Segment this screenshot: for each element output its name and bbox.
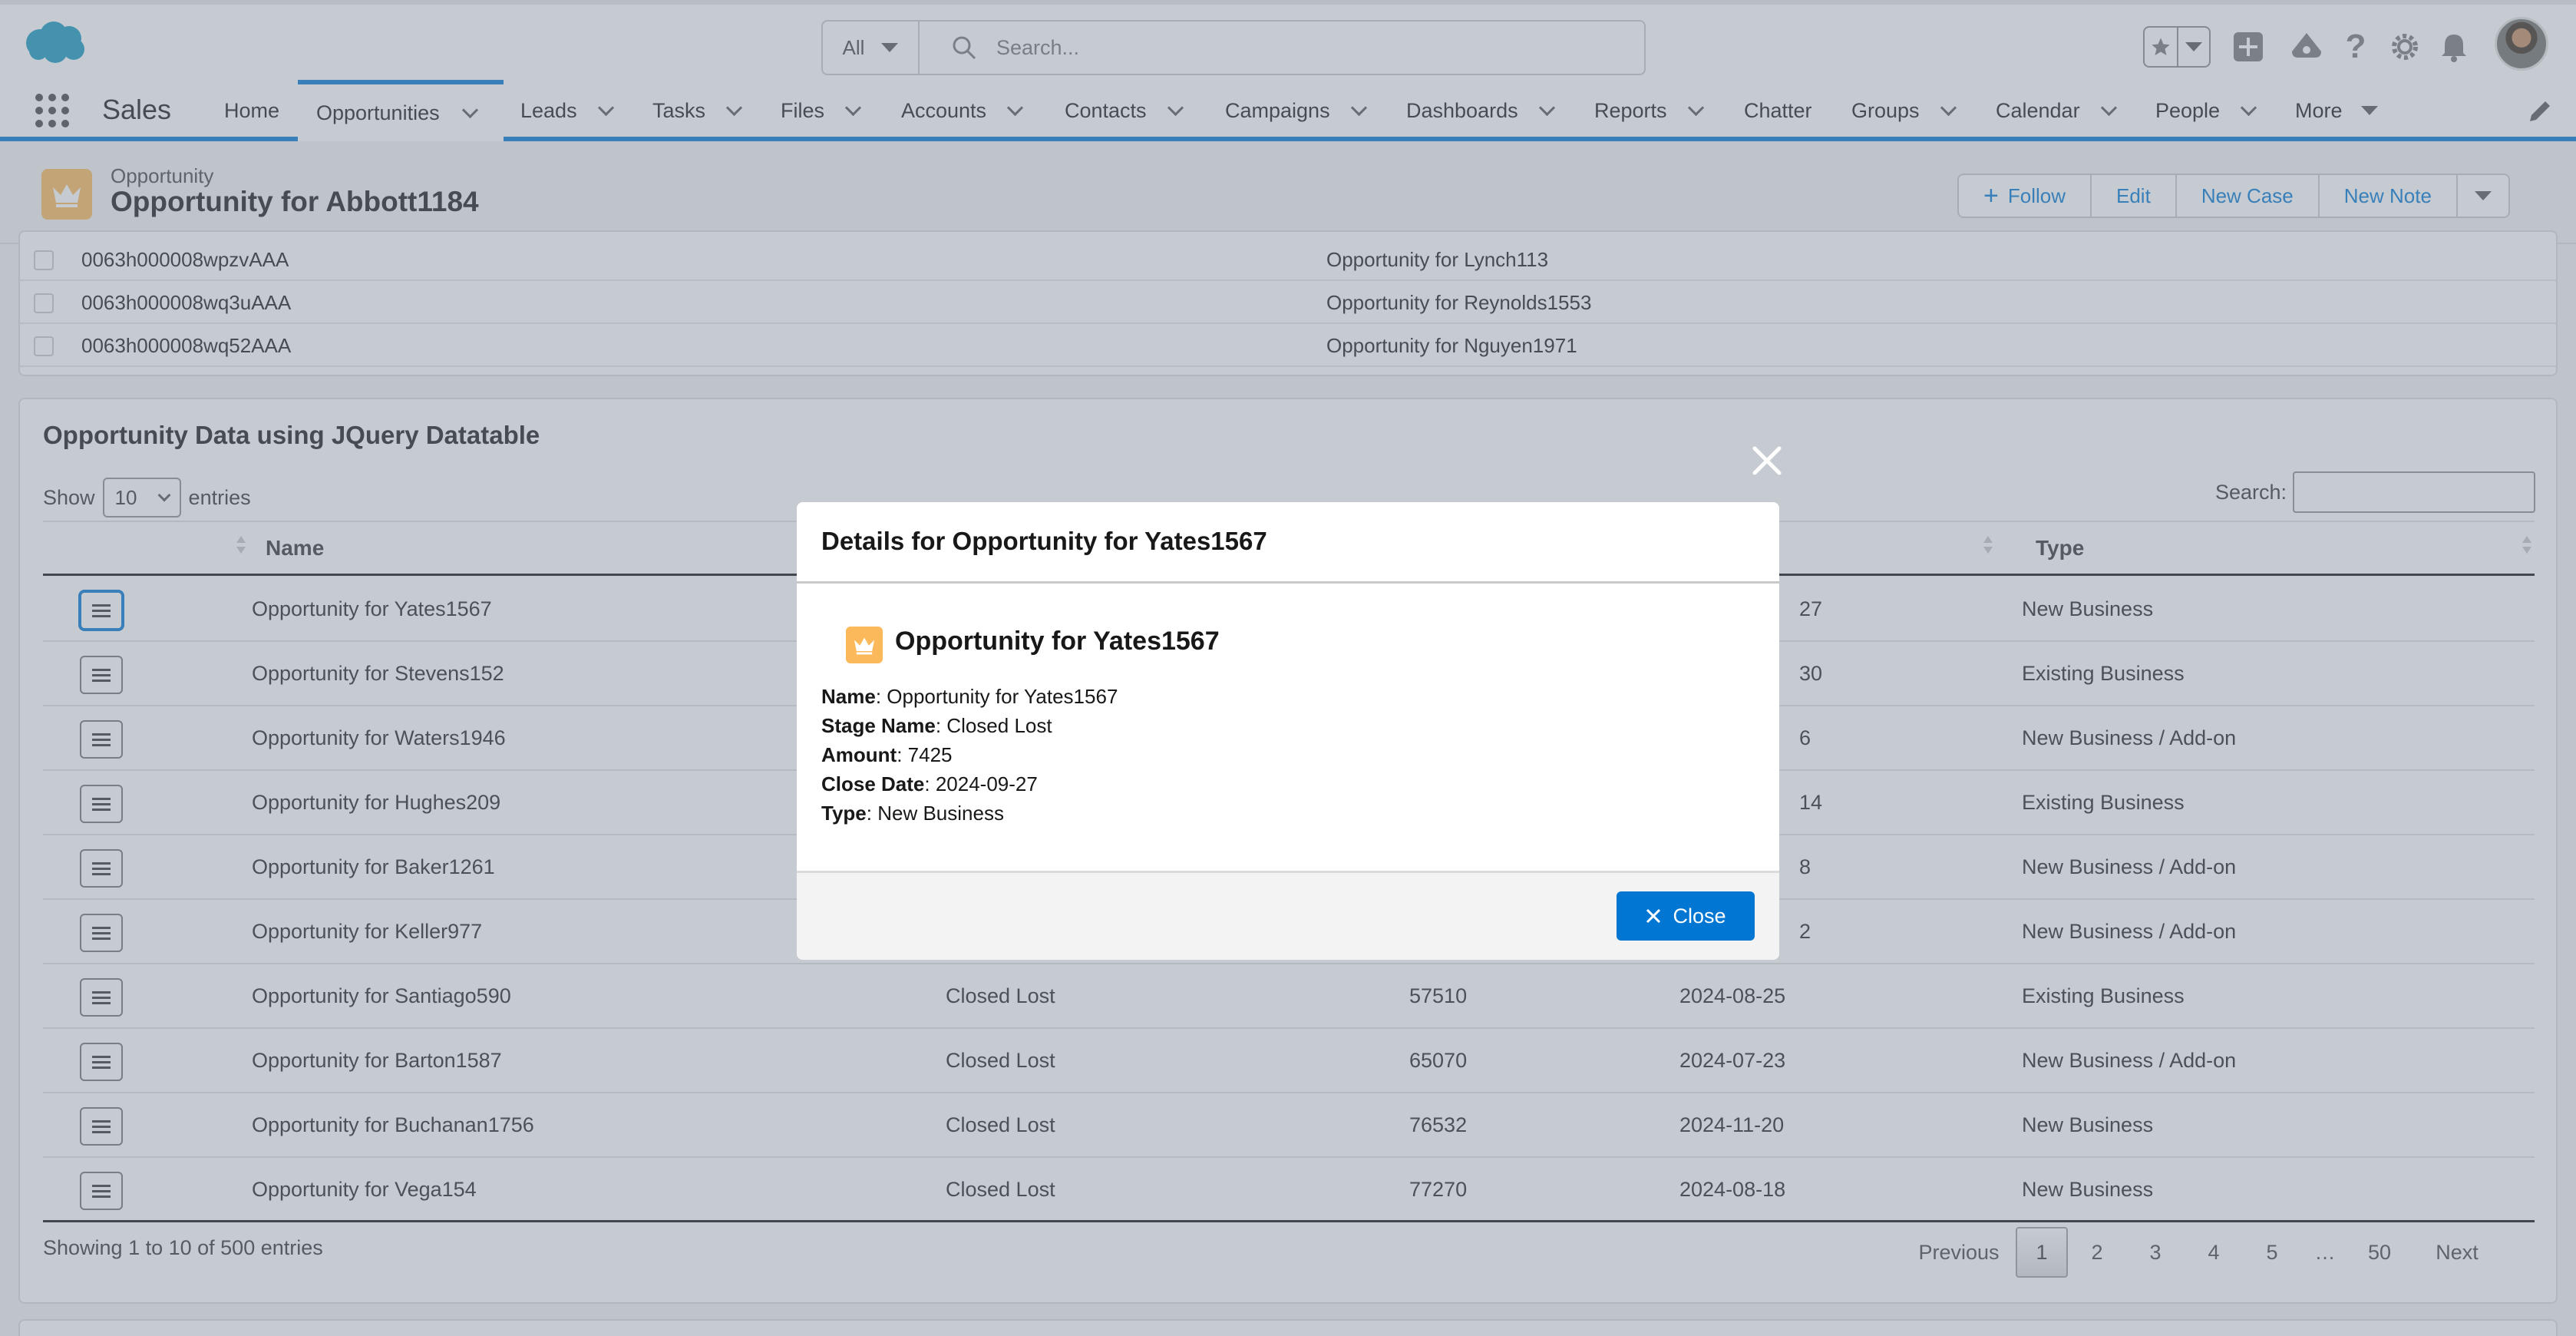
modal-body: Opportunity for Yates1567 Name: Opportun… — [797, 584, 1779, 837]
field-name: Name: Opportunity for Yates1567 — [821, 685, 1118, 708]
field-amount: Amount: 7425 — [821, 743, 953, 766]
opportunity-crown-icon — [846, 627, 883, 663]
field-type: Type: New Business — [821, 802, 1004, 825]
details-modal: Details for Opportunity for Yates1567 Op… — [797, 502, 1779, 960]
close-icon — [1646, 908, 1661, 924]
modal-field-list: Name: Opportunity for Yates1567 Stage Na… — [821, 682, 1118, 828]
modal-close-icon[interactable] — [1749, 442, 1785, 479]
modal-footer: Close — [797, 871, 1779, 960]
modal-record-name: Opportunity for Yates1567 — [895, 627, 1220, 656]
field-close-date: Close Date: 2024-09-27 — [821, 772, 1038, 795]
field-stage-name: Stage Name: Closed Lost — [821, 714, 1052, 737]
close-button[interactable]: Close — [1617, 891, 1755, 941]
modal-title: Details for Opportunity for Yates1567 — [821, 527, 1267, 555]
modal-header: Details for Opportunity for Yates1567 — [797, 502, 1779, 584]
